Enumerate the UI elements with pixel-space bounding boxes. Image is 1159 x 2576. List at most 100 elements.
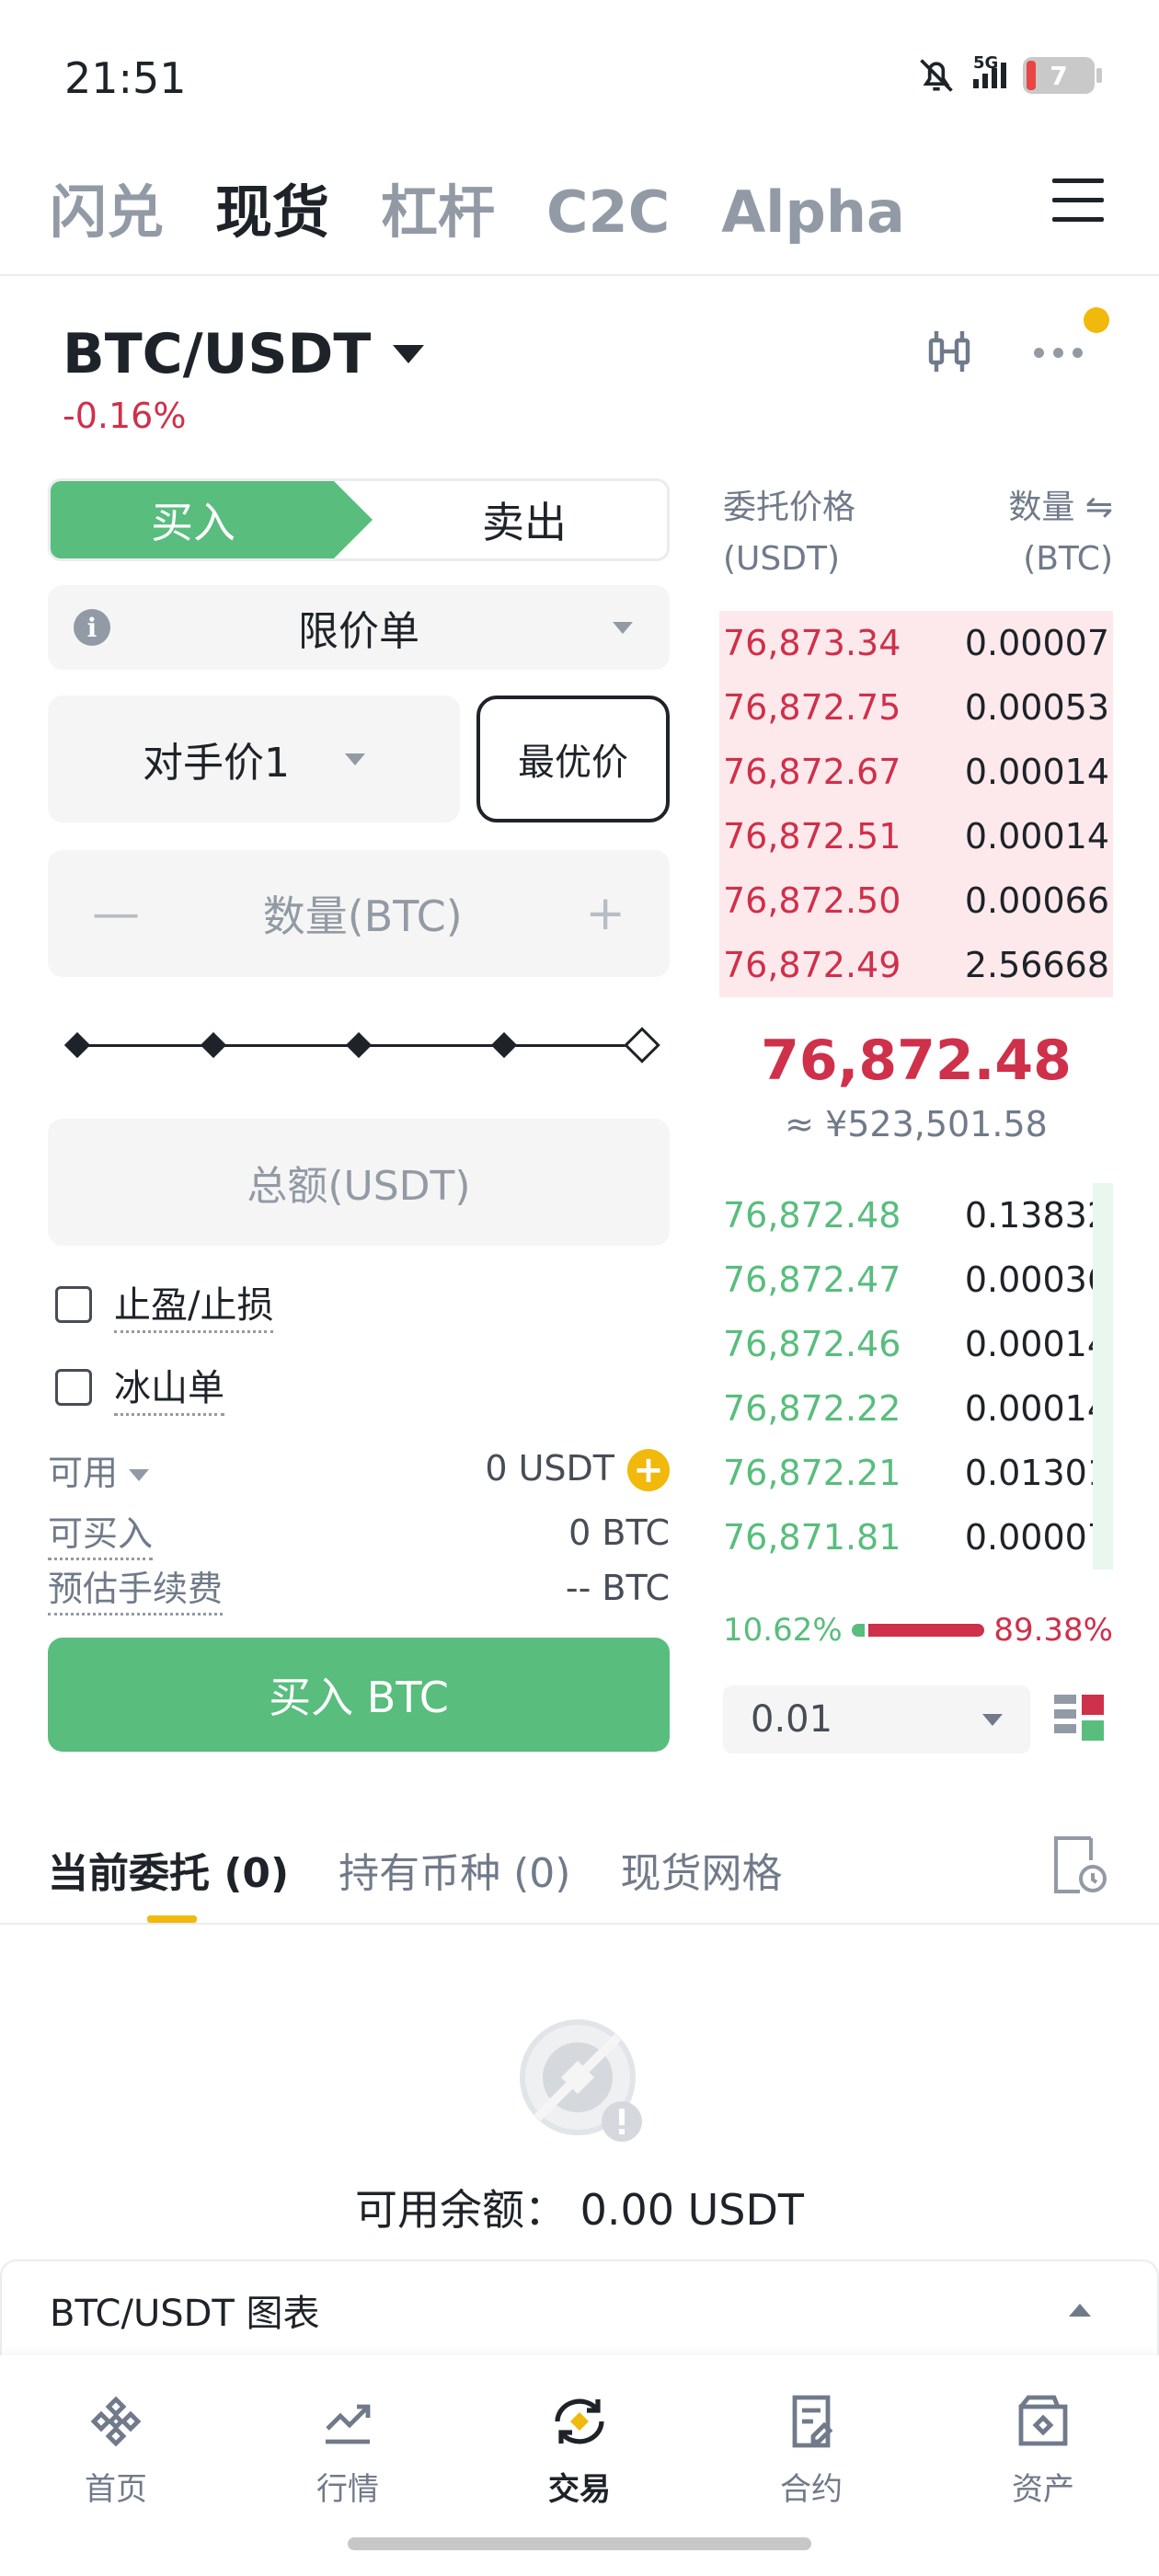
- available-row: 可用 0 USDT +: [48, 1444, 670, 1495]
- contract-document-icon: [792, 2395, 833, 2448]
- ask-row[interactable]: 76,872.67 0.00014: [719, 740, 1113, 804]
- available-label[interactable]: 可用: [48, 1444, 150, 1495]
- more-options-icon[interactable]: [1034, 348, 1083, 358]
- counter-price-select[interactable]: 对手价1: [48, 696, 460, 822]
- bid-row[interactable]: 76,871.81 0.00007: [719, 1505, 1113, 1570]
- tab-margin[interactable]: 杠杆: [381, 166, 495, 248]
- tab-holdings[interactable]: 持有币种 (0): [339, 1840, 570, 1899]
- hamburger-menu-icon[interactable]: [1052, 178, 1104, 224]
- bid-list: 76,872.48 0.13832 76,872.47 0.00036 76,872…: [719, 1183, 1113, 1570]
- slider-stop-100[interactable]: [624, 1027, 660, 1064]
- iceberg-option[interactable]: 冰山单: [55, 1358, 224, 1416]
- chevron-down-icon: [129, 1469, 150, 1481]
- bid-qty: 0.00007: [964, 1517, 1109, 1558]
- tab-alpha[interactable]: Alpha: [721, 178, 905, 246]
- tp-sl-checkbox[interactable]: [55, 1285, 92, 1323]
- top-nav: 闪兑 现货 杠杆 C2C Alpha: [50, 166, 905, 248]
- bid-row[interactable]: 76,872.47 0.00036: [719, 1248, 1113, 1312]
- tab-spot[interactable]: 现货: [215, 166, 329, 248]
- trade-exchange-icon: [555, 2398, 604, 2444]
- quantity-stepper[interactable]: — 数量(BTC) +: [48, 850, 670, 977]
- last-price[interactable]: 76,872.48: [719, 1029, 1113, 1093]
- available-value: 0 USDT: [485, 1447, 614, 1489]
- order-history-icon[interactable]: [1050, 1834, 1107, 1895]
- last-price-cny: ≈ ¥523,501.58: [785, 1104, 1048, 1144]
- bid-row[interactable]: 76,872.46 0.00014: [719, 1312, 1113, 1376]
- available-balance: 可用余额： 0.00 USDT: [354, 2185, 805, 2235]
- add-funds-icon[interactable]: +: [627, 1449, 670, 1492]
- candlestick-chart-icon[interactable]: [922, 324, 977, 379]
- qty-unit: (BTC): [1023, 540, 1113, 578]
- tp-sl-option[interactable]: 止盈/止损: [55, 1275, 274, 1333]
- home-indicator: [348, 2537, 811, 2550]
- ask-qty: 0.00066: [964, 880, 1109, 921]
- order-type-label: 限价单: [298, 608, 419, 655]
- ask-qty: 0.00014: [964, 752, 1109, 792]
- fee-row: 预估手续费 -- BTC: [48, 1560, 670, 1616]
- buy-ratio: 10.62%: [723, 1612, 843, 1649]
- bid-price: 76,872.47: [723, 1259, 901, 1300]
- nav-trade[interactable]: 交易: [506, 2392, 653, 2509]
- chevron-down-icon: [613, 622, 633, 634]
- order-type-select[interactable]: i 限价单: [48, 585, 670, 670]
- bid-price: 76,872.21: [723, 1453, 901, 1493]
- slider-stop-0[interactable]: [63, 1031, 91, 1059]
- ask-price: 76,872.75: [723, 687, 901, 728]
- ask-list: 76,873.34 0.00007 76,872.75 0.00053 76,872…: [719, 611, 1113, 997]
- tab-c2c[interactable]: C2C: [546, 178, 670, 246]
- iceberg-checkbox[interactable]: [55, 1368, 92, 1406]
- bid-row[interactable]: 76,872.21 0.01301: [719, 1441, 1113, 1505]
- ask-row[interactable]: 76,873.34 0.00007: [719, 611, 1113, 675]
- orderbook-layout-icon[interactable]: [1054, 1695, 1104, 1744]
- network-label: 5G: [973, 53, 999, 73]
- ask-qty: 2.56668: [964, 945, 1109, 985]
- plus-icon[interactable]: +: [585, 886, 625, 941]
- bid-qty: 0.13832: [964, 1195, 1109, 1236]
- slider-stop-25[interactable]: [200, 1031, 227, 1059]
- sell-tab[interactable]: 卖出: [382, 481, 667, 558]
- nav-markets-label: 行情: [316, 2471, 379, 2508]
- chevron-up-icon: [1069, 2304, 1091, 2317]
- bid-row[interactable]: 76,872.48 0.13832: [719, 1183, 1113, 1248]
- buy-tab[interactable]: 买入: [51, 481, 373, 558]
- qty-header-toggle[interactable]: 数量 ⇋: [1008, 482, 1113, 534]
- nav-futures[interactable]: 合约: [738, 2392, 885, 2509]
- fee-label: 预估手续费: [48, 1560, 224, 1616]
- divider: [0, 274, 1159, 276]
- can-buy-label: 可买入: [48, 1505, 154, 1560]
- nav-assets-label: 资产: [1012, 2471, 1074, 2508]
- total-input[interactable]: 总额(USDT): [48, 1119, 670, 1246]
- slider-stop-50[interactable]: [345, 1031, 373, 1059]
- battery-level: 7: [1050, 60, 1068, 91]
- amount-slider[interactable]: [63, 1027, 660, 1064]
- bid-row[interactable]: 76,872.22 0.00014: [719, 1376, 1113, 1441]
- nav-trade-label: 交易: [548, 2471, 611, 2508]
- signal-icon: 5G: [973, 53, 1006, 88]
- chevron-down-icon: [982, 1713, 1003, 1726]
- chart-expander[interactable]: BTC/USDT 图表: [0, 2260, 1159, 2361]
- tp-sl-label: 止盈/止损: [114, 1275, 274, 1333]
- slider-stop-75[interactable]: [490, 1031, 518, 1059]
- nav-markets[interactable]: 行情: [274, 2392, 421, 2509]
- best-price-button[interactable]: 最优价: [476, 696, 670, 822]
- nav-home[interactable]: 首页: [42, 2392, 189, 2509]
- info-icon[interactable]: i: [74, 609, 110, 646]
- pair-selector[interactable]: BTC/USDT: [63, 322, 425, 386]
- ask-row[interactable]: 76,872.75 0.00053: [719, 675, 1113, 740]
- ask-price: 76,872.51: [723, 816, 901, 857]
- tab-spot-grid[interactable]: 现货网格: [620, 1840, 782, 1899]
- bid-price: 76,872.46: [723, 1324, 901, 1364]
- buy-btc-button[interactable]: 买入 BTC: [48, 1638, 670, 1752]
- tab-convert[interactable]: 闪兑: [50, 166, 164, 248]
- ask-row[interactable]: 76,872.51 0.00014: [719, 804, 1113, 868]
- minus-icon[interactable]: —: [92, 886, 140, 941]
- bid-qty: 0.00014: [964, 1324, 1109, 1364]
- ask-row[interactable]: 76,872.49 2.56668: [719, 933, 1113, 997]
- nav-assets[interactable]: 资产: [970, 2392, 1117, 2509]
- bid-price: 76,871.81: [723, 1517, 901, 1558]
- tab-open-orders[interactable]: 当前委托 (0): [48, 1840, 289, 1899]
- precision-select[interactable]: 0.01: [723, 1685, 1030, 1754]
- quantity-input[interactable]: 数量(BTC): [263, 883, 463, 944]
- ask-row[interactable]: 76,872.50 0.00066: [719, 868, 1113, 933]
- available-value-wrap: 0 USDT +: [485, 1448, 670, 1492]
